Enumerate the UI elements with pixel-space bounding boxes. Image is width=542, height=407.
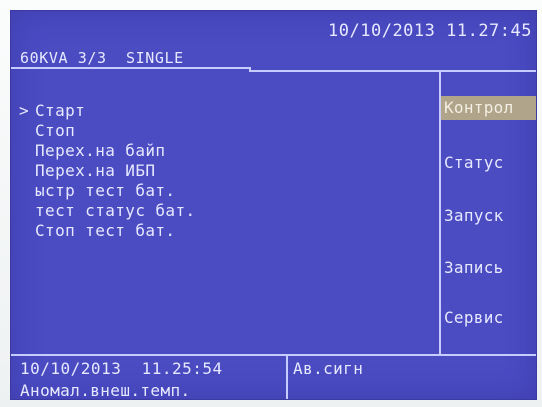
selection-cursor-icon: > [19,101,30,120]
menu-item-status[interactable]: Статус [441,151,536,175]
command-label: тест статус бат. [35,201,196,220]
header-divider [11,67,249,69]
command-label: ыстр тест бат. [35,181,176,200]
command-label: Перех.на байп [35,141,166,160]
command-item-quick-battery-test[interactable]: ыстр тест бат. [19,181,196,201]
menu-item-control[interactable]: Контрол [441,96,536,120]
command-item-stop-battery-test[interactable]: Стоп тест бат. [19,221,196,241]
menu-item-launch[interactable]: Запуск [441,204,536,228]
command-list: > Старт Стоп Перех.на байп Перех.на ИБП ы… [19,101,196,241]
device-bezel: 10/10/2013 11.27:45 60KVA 3/3 SINGLE > Ст… [0,0,542,407]
command-label: Стоп тест бат. [35,221,176,240]
status-message: Аномал.внеш.темп. [20,381,191,400]
command-item-transfer-bypass[interactable]: Перех.на байп [19,141,196,161]
status-bar-separator [286,354,288,399]
status-datetime: 10/10/2013 11.25:54 [20,359,223,378]
command-item-battery-status-test[interactable]: тест статус бат. [19,201,196,221]
command-label: Стоп [35,121,76,140]
alarm-label[interactable]: Ав.сигн [293,359,363,378]
command-item-stop[interactable]: Стоп [19,121,196,141]
menu-item-service[interactable]: Сервис [441,306,536,330]
command-label: Старт [35,101,86,120]
header-divider-right [249,70,536,72]
command-label: Перех.на ИБП [35,161,156,180]
header-datetime: 10/10/2013 11.27:45 [328,21,532,41]
header-model-info: 60KVA 3/3 SINGLE [20,49,184,67]
menu-item-log[interactable]: Запись [441,256,536,280]
ups-lcd-screen: 10/10/2013 11.27:45 60KVA 3/3 SINGLE > Ст… [10,10,537,400]
command-item-start[interactable]: > Старт [19,101,196,121]
status-bar-divider [11,354,536,356]
command-item-transfer-ups[interactable]: Перех.на ИБП [19,161,196,181]
